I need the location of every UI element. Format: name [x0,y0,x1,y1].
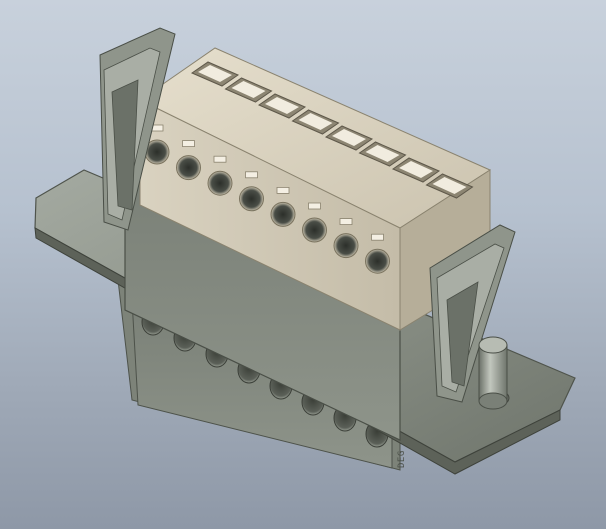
cad-viewport[interactable]: DEG [0,0,606,529]
marker-slot [339,218,353,226]
marker-slot [308,202,321,210]
marker-slot [276,186,290,194]
screw-hole[interactable] [239,186,264,212]
connector-render: DEG [34,27,576,475]
screw-hole[interactable] [302,217,327,243]
screw-hole[interactable] [270,201,296,227]
screw-hole[interactable] [365,248,390,274]
marker-slot [213,155,227,163]
polarizing-post [478,336,508,410]
marker-slot [371,233,384,241]
marker-slot [182,140,195,148]
screw-hole[interactable] [176,155,201,181]
screw-hole[interactable] [207,170,233,196]
engraved-marking: DEG [397,450,407,468]
marker-slot [245,171,258,179]
screw-hole[interactable] [333,233,359,259]
